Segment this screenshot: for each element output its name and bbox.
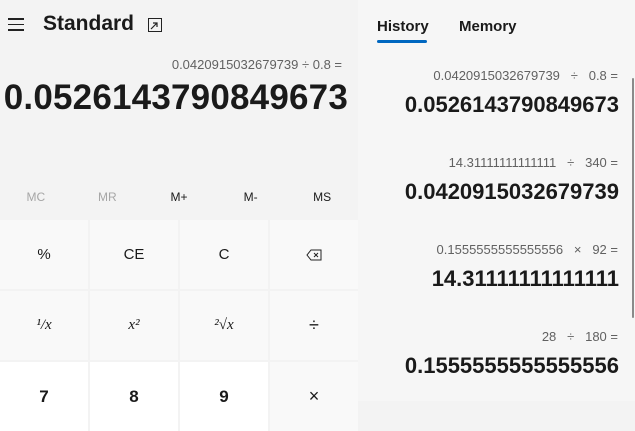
divide-button[interactable]: ÷ [270,291,358,360]
calculator-panel: Standard 0.0420915032679739 ÷ 0.8 = 0.05… [0,0,358,431]
multiply-button[interactable]: × [270,362,358,431]
history-scrollbar[interactable] [632,78,634,318]
hamburger-icon[interactable] [8,18,24,32]
memory-subtract-button[interactable]: M- [215,185,287,209]
backspace-button[interactable] [270,220,358,289]
memory-recall-button[interactable]: MR [72,185,144,209]
result-display: 0.0526143790849673 [3,78,348,117]
expression-display: 0.0420915032679739 ÷ 0.8 = [171,57,342,72]
tab-selected-indicator [377,40,427,43]
keep-on-top-icon[interactable] [148,18,162,37]
history-expression[interactable]: 0.1555555555555556 × 92 = [437,242,618,257]
clear-button[interactable]: C [180,220,268,289]
memory-add-button[interactable]: M+ [143,185,215,209]
mode-title: Standard [43,12,135,35]
clear-entry-button[interactable]: CE [90,220,178,289]
digit-7-button[interactable]: 7 [0,362,88,431]
backspace-icon [306,249,322,260]
square-root-button[interactable]: ²√x [180,291,268,360]
memory-row: MC MR M+ M- MS [0,185,358,209]
history-expression[interactable]: 14.31111111111111 ÷ 340 = [449,155,618,170]
history-result[interactable]: 0.0526143790849673 [405,92,619,118]
reciprocal-button[interactable]: ¹/x [0,291,88,360]
tab-history[interactable]: History [377,18,429,35]
memory-store-button[interactable]: MS [286,185,358,209]
history-result[interactable]: 0.1555555555555556 [405,353,619,379]
percent-button[interactable]: % [0,220,88,289]
history-result[interactable]: 14.31111111111111 [432,266,619,292]
history-result[interactable]: 0.0420915032679739 [405,179,619,205]
memory-clear-button[interactable]: MC [0,185,72,209]
history-expression[interactable]: 0.0420915032679739 ÷ 0.8 = [433,68,618,83]
digit-9-button[interactable]: 9 [180,362,268,431]
square-button[interactable]: x² [90,291,178,360]
digit-8-button[interactable]: 8 [90,362,178,431]
history-expression[interactable]: 28 ÷ 180 = [542,329,618,344]
tab-memory[interactable]: Memory [459,18,517,35]
